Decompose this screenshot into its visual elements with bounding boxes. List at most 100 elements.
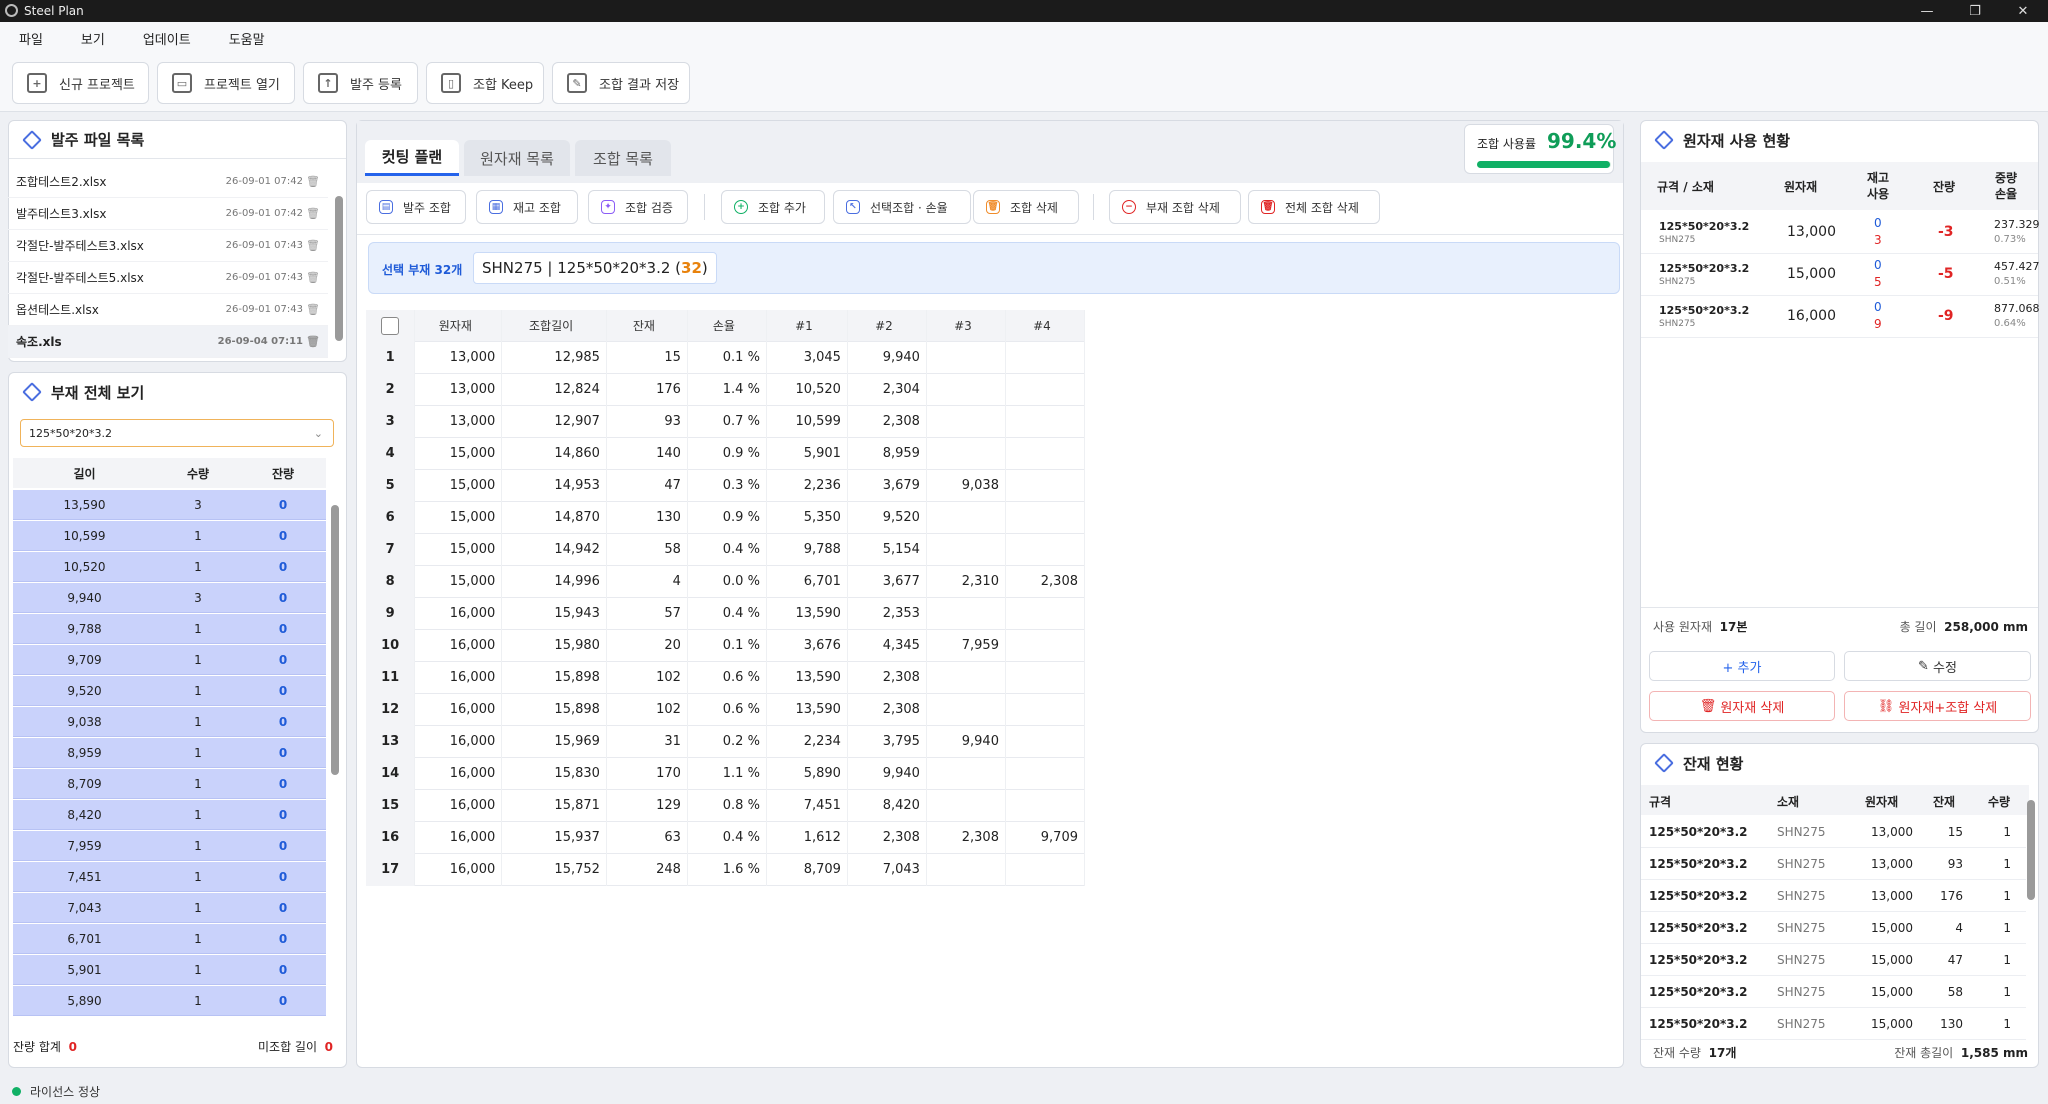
remnant-row[interactable]: 125*50*20*3.2 SHN275 15,000 47 1: [1641, 944, 2026, 976]
parts-row[interactable]: 8,959 1 0: [13, 738, 326, 768]
parts-row[interactable]: 7,451 1 0: [13, 862, 326, 892]
menu-help[interactable]: 도움말: [229, 29, 265, 48]
parts-row[interactable]: 5,901 1 0: [13, 955, 326, 985]
file-list-scrollbar[interactable]: [335, 196, 343, 341]
parts-row[interactable]: 10,520 1 0: [13, 552, 326, 582]
add-material-button[interactable]: + 추가: [1649, 651, 1835, 681]
plan-row[interactable]: 15 16,000 15,871 129 0.8 % 7,451 8,420: [366, 789, 1085, 822]
plan-row[interactable]: 17 16,000 15,752 248 1.6 % 8,709 7,043: [366, 853, 1085, 886]
uncombined-label: 미조합 길이: [257, 1040, 317, 1054]
parts-row[interactable]: 9,788 1 0: [13, 614, 326, 644]
stock-combine-button[interactable]: ▦ 재고 조합: [476, 190, 578, 224]
loss-rate: 0.7 %: [688, 405, 767, 438]
file-row-selected[interactable]: 속조.xls 26-09-04 07:11 🗑: [8, 326, 328, 358]
save-result-button[interactable]: ✎ 조합 결과 저장: [552, 62, 690, 104]
remnant-row[interactable]: 125*50*20*3.2 SHN275 13,000 93 1: [1641, 848, 2026, 880]
parts-row[interactable]: 9,520 1 0: [13, 676, 326, 706]
edit-material-button[interactable]: ✎ 수정: [1844, 651, 2031, 681]
delete-all-combo-button[interactable]: 🗑 전체 조합 삭제: [1248, 190, 1380, 224]
raw-length: 15,000: [415, 437, 503, 470]
remnant-row[interactable]: 125*50*20*3.2 SHN275 15,000 4 1: [1641, 912, 2026, 944]
file-row[interactable]: 각절단-발주테스트5.xlsx 26-09-01 07:43 🗑: [8, 262, 328, 294]
trash-icon[interactable]: 🗑: [303, 335, 323, 348]
plan-row[interactable]: 11 16,000 15,898 102 0.6 % 13,590 2,308: [366, 661, 1085, 694]
tab-material-list[interactable]: 원자재 목록: [464, 140, 570, 176]
new-project-button[interactable]: + 신규 프로젝트: [12, 62, 149, 104]
file-row[interactable]: 옵션테스트.xlsx 26-09-01 07:43 🗑: [8, 294, 328, 326]
menu-file[interactable]: 파일: [19, 29, 43, 48]
part-qty: 1: [194, 776, 202, 791]
file-row[interactable]: 발주테스트3.xlsx 26-09-01 07:42 🗑: [8, 198, 328, 230]
parts-row[interactable]: 9,940 3 0: [13, 583, 326, 613]
tab-cutting-plan[interactable]: 컷팅 플랜: [365, 140, 459, 176]
trash-icon[interactable]: 🗑: [303, 207, 323, 220]
add-combination-button[interactable]: + 조합 추가: [721, 190, 825, 224]
material-row[interactable]: 125*50*20*3.2 SHN275 13,000 0 3 -3 237.329 0.73…: [1641, 212, 2040, 254]
open-project-button[interactable]: ▭ 프로젝트 열기: [157, 62, 295, 104]
plan-row[interactable]: 1 13,000 12,985 15 0.1 % 3,045 9,940: [366, 341, 1085, 374]
plan-row[interactable]: 8 15,000 14,996 4 0.0 % 6,701 3,677 2,310 2,308: [366, 565, 1085, 598]
piece-1: 5,901: [767, 437, 848, 470]
part-remain: 0: [278, 838, 288, 853]
trash-icon[interactable]: 🗑: [303, 271, 323, 284]
verify-combine-button[interactable]: ✦ 조합 검증: [588, 190, 688, 224]
material-row[interactable]: 125*50*20*3.2 SHN275 16,000 0 9 -9 877.068 0.64…: [1641, 296, 2040, 338]
file-row[interactable]: 각절단-발주테스트3.xlsx 26-09-01 07:43 🗑: [8, 230, 328, 262]
parts-row[interactable]: 6,701 1 0: [13, 924, 326, 954]
remnant-scrollbar[interactable]: [2027, 800, 2035, 900]
plan-row[interactable]: 13 16,000 15,969 31 0.2 % 2,234 3,795 9,940: [366, 725, 1085, 758]
delete-part-combo-button[interactable]: − 부재 조합 삭제: [1109, 190, 1241, 224]
parts-row[interactable]: 7,959 1 0: [13, 831, 326, 861]
plan-row[interactable]: 7 15,000 14,942 58 0.4 % 9,788 5,154: [366, 533, 1085, 566]
tab-combination-list[interactable]: 조합 목록: [575, 140, 671, 176]
menu-update[interactable]: 업데이트: [143, 29, 191, 48]
plan-row[interactable]: 16 16,000 15,937 63 0.4 % 1,612 2,308 2,308 9,70…: [366, 821, 1085, 854]
material-spec: 125*50*20*3.2: [1659, 220, 1750, 233]
delete-combination-button[interactable]: 🗑 조합 삭제: [973, 190, 1079, 224]
plan-row[interactable]: 12 16,000 15,898 102 0.6 % 13,590 2,308: [366, 693, 1085, 726]
plan-row[interactable]: 10 16,000 15,980 20 0.1 % 3,676 4,345 7,959: [366, 629, 1085, 662]
restore-button[interactable]: ❐: [1952, 0, 1998, 22]
remnant-row[interactable]: 125*50*20*3.2 SHN275 13,000 176 1: [1641, 880, 2026, 912]
plan-row[interactable]: 4 15,000 14,860 140 0.9 % 5,901 8,959: [366, 437, 1085, 470]
select-all-checkbox[interactable]: [381, 316, 400, 335]
plan-row[interactable]: 3 13,000 12,907 93 0.7 % 10,599 2,308: [366, 405, 1085, 438]
remnant-row[interactable]: 125*50*20*3.2 SHN275 13,000 15 1: [1641, 816, 2026, 848]
keep-combination-button[interactable]: ▯ 조합 Keep: [426, 62, 544, 104]
menu-view[interactable]: 보기: [81, 29, 105, 48]
order-register-button[interactable]: ↑ 발주 등록: [303, 62, 418, 104]
parts-row[interactable]: 10,599 1 0: [13, 521, 326, 551]
part-remain: 0: [278, 497, 288, 512]
remnant-row[interactable]: 125*50*20*3.2 SHN275 15,000 58 1: [1641, 976, 2026, 1008]
plan-row[interactable]: 2 13,000 12,824 176 1.4 % 10,520 2,304: [366, 373, 1085, 406]
remnant-row[interactable]: 125*50*20*3.2 SHN275 15,000 130 1: [1641, 1008, 2026, 1040]
parts-row[interactable]: 8,420 1 0: [13, 800, 326, 830]
spec-select[interactable]: 125*50*20*3.2 ⌄: [20, 419, 334, 447]
parts-scrollbar[interactable]: [331, 505, 339, 775]
trash-icon[interactable]: 🗑: [303, 239, 323, 252]
plan-row[interactable]: 14 16,000 15,830 170 1.1 % 5,890 9,940: [366, 757, 1085, 790]
file-row[interactable]: 조합테스트2.xlsx 26-09-01 07:42 🗑: [8, 166, 328, 198]
parts-row[interactable]: 5,890 1 0: [13, 986, 326, 1016]
close-button[interactable]: ✕: [2000, 0, 2046, 22]
material-row[interactable]: 125*50*20*3.2 SHN275 15,000 0 5 -5 457.427 0.51…: [1641, 254, 2040, 296]
delete-material-combo-button[interactable]: ⛓ 원자재+조합 삭제: [1844, 691, 2031, 721]
col-length: 길이: [73, 466, 96, 481]
piece-3: [927, 597, 1006, 630]
parts-row[interactable]: 7,043 1 0: [13, 893, 326, 923]
minimize-button[interactable]: —: [1904, 0, 1950, 22]
loss-rate: 0.0 %: [688, 565, 767, 598]
parts-row[interactable]: 8,709 1 0: [13, 769, 326, 799]
trash-icon[interactable]: 🗑: [303, 175, 323, 188]
plan-row[interactable]: 5 15,000 14,953 47 0.3 % 2,236 3,679 9,038: [366, 469, 1085, 502]
select-combo-loss-button[interactable]: ↖ 선택조합 · 손율: [833, 190, 971, 224]
parts-row[interactable]: 9,709 1 0: [13, 645, 326, 675]
parts-row[interactable]: 13,590 3 0: [13, 490, 326, 520]
trash-icon[interactable]: 🗑: [303, 303, 323, 316]
delete-material-button[interactable]: 🗑 원자재 삭제: [1649, 691, 1835, 721]
parts-row[interactable]: 9,038 1 0: [13, 707, 326, 737]
plan-row[interactable]: 9 16,000 15,943 57 0.4 % 13,590 2,353: [366, 597, 1085, 630]
order-combine-button[interactable]: ▤ 발주 조합: [366, 190, 466, 224]
piece-1: 10,520: [767, 373, 848, 406]
plan-row[interactable]: 6 15,000 14,870 130 0.9 % 5,350 9,520: [366, 501, 1085, 534]
